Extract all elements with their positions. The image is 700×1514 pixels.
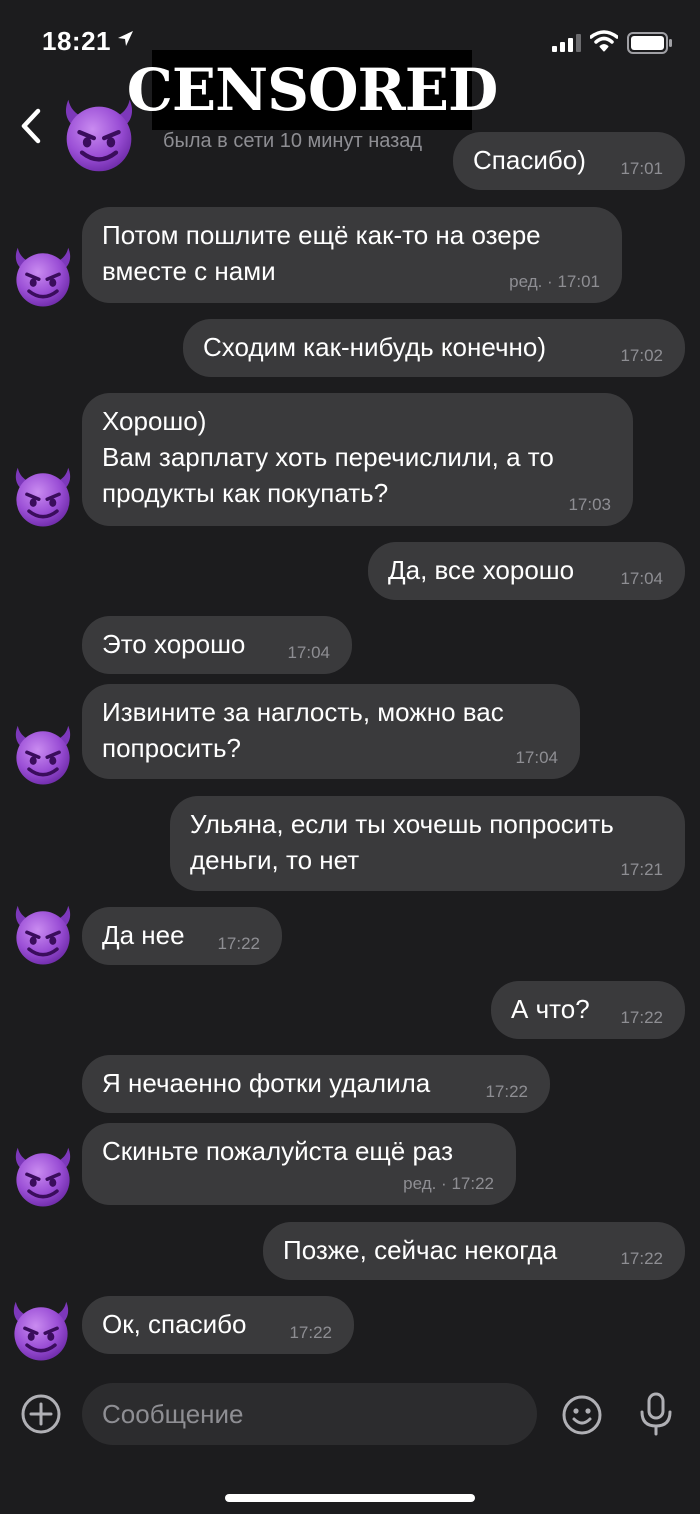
edited-label: ред. · <box>403 1174 452 1193</box>
message-text: Спасибо) <box>473 145 586 175</box>
message-bubble[interactable]: Я нечаенно фотки удалила 17:22 <box>82 1055 550 1113</box>
message-meta: ред. · 17:22 <box>403 1174 494 1194</box>
home-indicator[interactable] <box>225 1494 475 1502</box>
message-meta: 17:22 <box>620 1249 663 1269</box>
message-text: Да нее <box>102 920 185 950</box>
message-text: Да, все хорошо <box>388 555 575 585</box>
message-time: 17:02 <box>620 346 663 365</box>
message-time: 17:04 <box>287 643 330 662</box>
message-time: 17:21 <box>620 860 663 879</box>
sender-avatar[interactable] <box>8 1142 78 1208</box>
message-bubble[interactable]: Хорошо) Вам зарплату хоть перечислили, а… <box>82 393 633 526</box>
message-text: А что? <box>511 994 590 1024</box>
message-bubble[interactable]: Потом пошлите ещё как-то на озере вместе… <box>82 207 622 303</box>
message-meta: 17:21 <box>620 860 663 880</box>
message-input[interactable]: Сообщение <box>82 1383 537 1445</box>
message-bubble[interactable]: Да, все хорошо 17:04 <box>368 542 685 600</box>
message-bubble[interactable]: Это хорошо 17:04 <box>82 616 352 674</box>
message-composer: Сообщение <box>0 1380 700 1450</box>
message-text: Ульяна, если ты хочешь попросить деньги,… <box>190 809 614 875</box>
message-meta: 17:01 <box>620 159 663 179</box>
last-seen-status: была в сети 10 минут назад <box>163 130 423 152</box>
message-meta: 17:03 <box>568 495 611 515</box>
signal-icon <box>552 34 581 52</box>
message-text: Извините за наглость, можно вас попросит… <box>102 697 504 763</box>
message-bubble[interactable]: Да нее 17:22 <box>82 907 282 965</box>
message-text: Потом пошлите ещё как-то на озере вместе… <box>102 220 541 286</box>
battery-icon <box>627 32 672 54</box>
message-time: 17:22 <box>451 1174 494 1193</box>
message-text: Позже, сейчас некогда <box>283 1235 558 1265</box>
message-text: Сходим как-нибудь конечно) <box>203 332 546 362</box>
status-time: 18:21 <box>42 26 111 56</box>
message-time: 17:22 <box>620 1249 663 1268</box>
message-bubble[interactable]: Ок, спасибо 17:22 <box>82 1296 354 1354</box>
message-meta: ред. · 17:01 <box>509 272 600 292</box>
message-meta: 17:22 <box>485 1082 528 1102</box>
message-time: 17:03 <box>568 495 611 514</box>
censored-name-overlay: CENSORED <box>127 50 498 130</box>
sender-avatar[interactable] <box>8 242 78 308</box>
chevron-left-icon[interactable] <box>18 107 44 145</box>
message-meta: 17:22 <box>620 1008 663 1028</box>
message-meta: 17:02 <box>620 346 663 366</box>
message-text: Скиньте пожалуйста ещё раз <box>102 1136 454 1166</box>
message-bubble[interactable]: А что? 17:22 <box>491 981 685 1039</box>
location-arrow-icon <box>118 31 133 46</box>
message-time: 17:22 <box>620 1008 663 1027</box>
message-meta: 17:22 <box>289 1323 332 1343</box>
message-time: 17:22 <box>217 934 260 953</box>
message-bubble[interactable]: Скиньте пожалуйста ещё раз ред. · 17:22 <box>82 1123 516 1205</box>
smiley-icon[interactable] <box>561 1394 603 1436</box>
message-text: Это хорошо <box>102 629 246 659</box>
message-time: 17:01 <box>620 159 663 178</box>
message-time: 17:22 <box>485 1082 528 1101</box>
sender-avatar[interactable] <box>8 462 78 528</box>
message-time: 17:04 <box>620 569 663 588</box>
message-meta: 17:04 <box>620 569 663 589</box>
message-bubble[interactable]: Извините за наглость, можно вас попросит… <box>82 684 580 779</box>
message-text: Я нечаенно фотки удалила <box>102 1068 431 1098</box>
microphone-icon[interactable] <box>638 1392 674 1436</box>
sender-avatar[interactable] <box>8 720 78 786</box>
edited-label: ред. · <box>509 272 558 291</box>
sender-avatar[interactable] <box>8 900 78 966</box>
wifi-icon <box>590 30 618 52</box>
message-meta: 17:22 <box>217 934 260 954</box>
message-bubble[interactable]: Ульяна, если ты хочешь попросить деньги,… <box>170 796 685 891</box>
message-meta: 17:04 <box>515 748 558 768</box>
message-text: Хорошо) Вам зарплату хоть перечислили, а… <box>102 406 554 508</box>
message-meta: 17:04 <box>287 643 330 663</box>
message-time: 17:04 <box>515 748 558 767</box>
message-bubble[interactable]: Позже, сейчас некогда 17:22 <box>263 1222 685 1280</box>
message-time: 17:01 <box>557 272 600 291</box>
message-text: Ок, спасибо <box>102 1309 247 1339</box>
plus-circle-icon[interactable] <box>20 1393 62 1435</box>
message-bubble[interactable]: Спасибо) 17:01 <box>453 132 685 190</box>
message-bubble[interactable]: Сходим как-нибудь конечно) 17:02 <box>183 319 685 377</box>
sender-avatar[interactable] <box>6 1296 76 1362</box>
message-time: 17:22 <box>289 1323 332 1342</box>
